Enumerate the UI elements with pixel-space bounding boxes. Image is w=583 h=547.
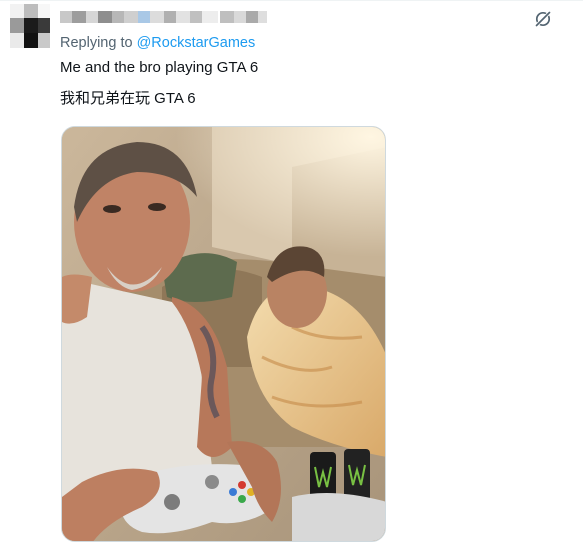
tweet-text-line-1: Me and the bro playing GTA 6 (60, 59, 259, 76)
tweet-text-line-2: 我和兄弟在玩 GTA 6 (60, 90, 196, 107)
replying-handle-link[interactable]: @RockstarGames (137, 35, 256, 51)
replying-to: Replying to @RockstarGames (60, 35, 255, 51)
grok-icon[interactable] (534, 10, 552, 28)
author-name-redacted (60, 10, 267, 24)
replying-prefix: Replying to (60, 35, 137, 51)
divider (0, 0, 583, 1)
avatar[interactable] (10, 4, 50, 48)
tweet-photo[interactable] (61, 126, 386, 542)
